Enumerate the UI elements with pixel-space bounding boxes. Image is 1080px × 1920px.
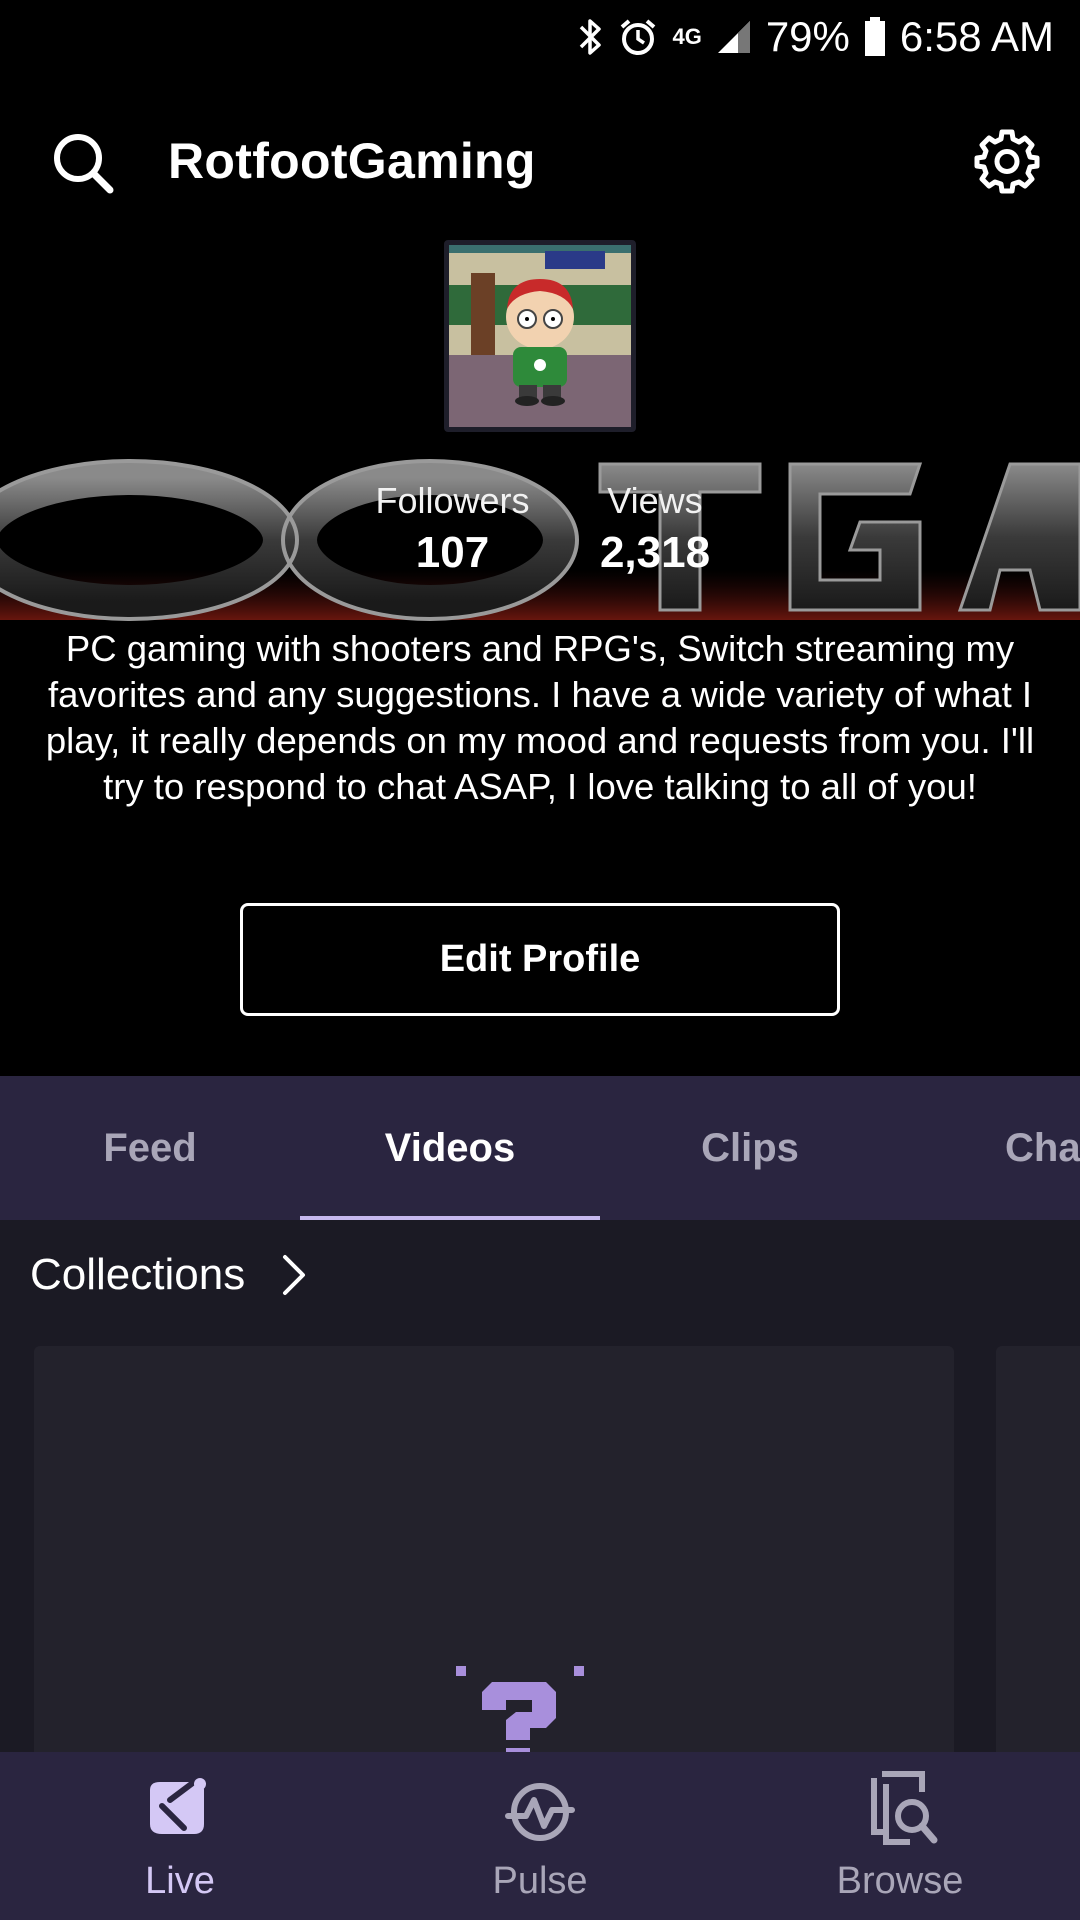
chevron-right-icon <box>283 1255 306 1295</box>
top-app-bar: RotfootGaming <box>0 110 1080 210</box>
browse-icon <box>871 1771 938 1845</box>
tab-label: Cha <box>1005 1125 1080 1170</box>
search-button[interactable] <box>50 130 116 196</box>
question-mark-icon <box>456 1666 584 1752</box>
tab-chat[interactable]: Cha <box>935 1076 1080 1220</box>
profile-tabs: Feed Videos Clips Cha <box>0 1076 1080 1220</box>
tab-videos[interactable]: Videos <box>300 1076 600 1220</box>
search-icon <box>54 134 114 194</box>
tab-label: Videos <box>384 1125 516 1170</box>
network-4g-icon: 4G <box>672 24 702 49</box>
tab-label: Feed <box>103 1125 197 1170</box>
status-time: 6:58 AM <box>899 13 1054 60</box>
signal-icon <box>716 19 752 55</box>
nav-browse[interactable]: Browse <box>750 1752 1050 1920</box>
nav-label: Browse <box>836 1860 964 1902</box>
collections-title: Collections <box>30 1250 246 1299</box>
gear-icon <box>974 129 1040 194</box>
nav-pulse[interactable]: Pulse <box>390 1752 690 1920</box>
followers-label: Followers <box>375 480 530 521</box>
avatar <box>444 240 636 432</box>
tab-label: Clips <box>701 1125 799 1170</box>
battery-percent: 79% <box>765 13 850 60</box>
views-label: Views <box>607 480 703 521</box>
channel-name: RotfootGaming <box>168 133 536 189</box>
nav-label: Live <box>145 1860 215 1902</box>
collection-card[interactable] <box>34 1346 954 1752</box>
followers-stat: Followers 107 <box>360 480 545 578</box>
status-bar: 4G 79% 6:58 AM <box>0 0 1080 74</box>
settings-button[interactable] <box>972 126 1042 196</box>
views-stat: Views 2,318 <box>590 480 720 578</box>
tab-feed[interactable]: Feed <box>0 1076 300 1220</box>
followers-count: 107 <box>415 528 490 577</box>
live-icon <box>150 1773 215 1834</box>
profile-stats: Followers 107 Views 2,318 <box>0 480 1080 590</box>
bluetooth-icon <box>578 17 604 57</box>
collections-header[interactable]: Collections <box>30 1250 309 1300</box>
videos-content: Collections <box>0 1220 1080 1752</box>
nav-label: Pulse <box>492 1860 588 1902</box>
profile-screen: 4G 79% 6:58 AM RotfootGaming Followers 1… <box>0 0 1080 1920</box>
bottom-navigation: Live Pulse Browse <box>0 1752 1080 1920</box>
edit-profile-button[interactable]: Edit Profile <box>240 903 840 1016</box>
profile-bio: PC gaming with shooters and RPG's, Switc… <box>45 628 1035 807</box>
collection-card[interactable] <box>996 1346 1080 1752</box>
tab-clips[interactable]: Clips <box>600 1076 900 1220</box>
pulse-icon <box>505 1783 575 1841</box>
battery-icon <box>864 17 886 57</box>
nav-live[interactable]: Live <box>30 1752 330 1920</box>
alarm-icon <box>618 17 658 57</box>
views-count: 2,318 <box>599 528 711 577</box>
